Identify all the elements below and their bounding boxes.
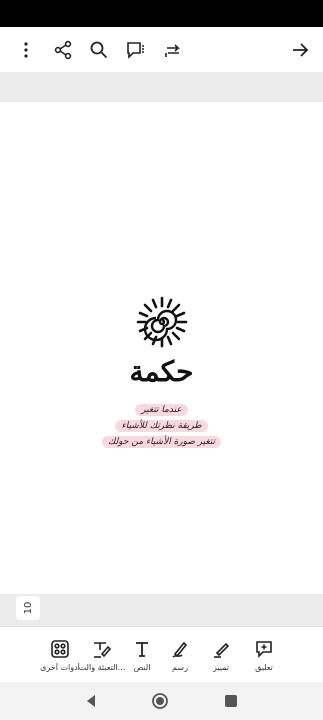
text-icon: [130, 637, 154, 661]
status-bar: [0, 0, 323, 27]
document-page: حكمة عندما تتغير طريقة نظرتك للأشياء تتغ…: [0, 102, 323, 594]
comments-icon[interactable]: [123, 38, 147, 62]
nav-recents-icon[interactable]: [222, 692, 240, 710]
redo-icon[interactable]: [161, 38, 185, 62]
tool-more-tools[interactable]: أدوات أخرى: [33, 627, 87, 683]
document-viewport[interactable]: حكمة عندما تتغير طريقة نظرتك للأشياء تتغ…: [0, 72, 323, 626]
back-arrow-icon[interactable]: [288, 38, 312, 62]
highlight-line-2: طريقة نظرتك للأشياء: [115, 420, 208, 432]
top-toolbar: [0, 27, 323, 73]
search-icon[interactable]: [87, 38, 111, 62]
sun-spiral-logo: [136, 296, 188, 348]
menu-icon[interactable]: [14, 38, 38, 62]
nav-back-icon[interactable]: [82, 692, 100, 710]
text-line-2: طريقة نظرتك للأشياء: [0, 420, 323, 432]
system-nav-bar: [0, 682, 323, 720]
comment-add-icon: [252, 637, 276, 661]
tool-more-tools-label: أدوات أخرى: [40, 663, 80, 672]
text-line-1: عندما تتغير: [0, 404, 323, 416]
highlight-line-1: عندما تتغير: [135, 404, 188, 416]
text-line-3: تتغير صورة الأشياء من حولك: [0, 436, 323, 448]
bottom-toolbar: تعليق تمييز رسم النص التعبئة والت... أدو…: [0, 626, 323, 683]
highlighter-icon: [209, 637, 233, 661]
highlight-line-3: تتغير صورة الأشياء من حولك: [101, 436, 222, 448]
share-icon[interactable]: [51, 38, 75, 62]
document-title: حكمة: [129, 355, 194, 388]
more-tools-icon: [48, 637, 72, 661]
nav-home-icon[interactable]: [151, 692, 169, 710]
fill-sign-icon: [90, 637, 114, 661]
draw-pen-icon: [168, 637, 192, 661]
page-number-badge[interactable]: 10: [16, 596, 40, 620]
